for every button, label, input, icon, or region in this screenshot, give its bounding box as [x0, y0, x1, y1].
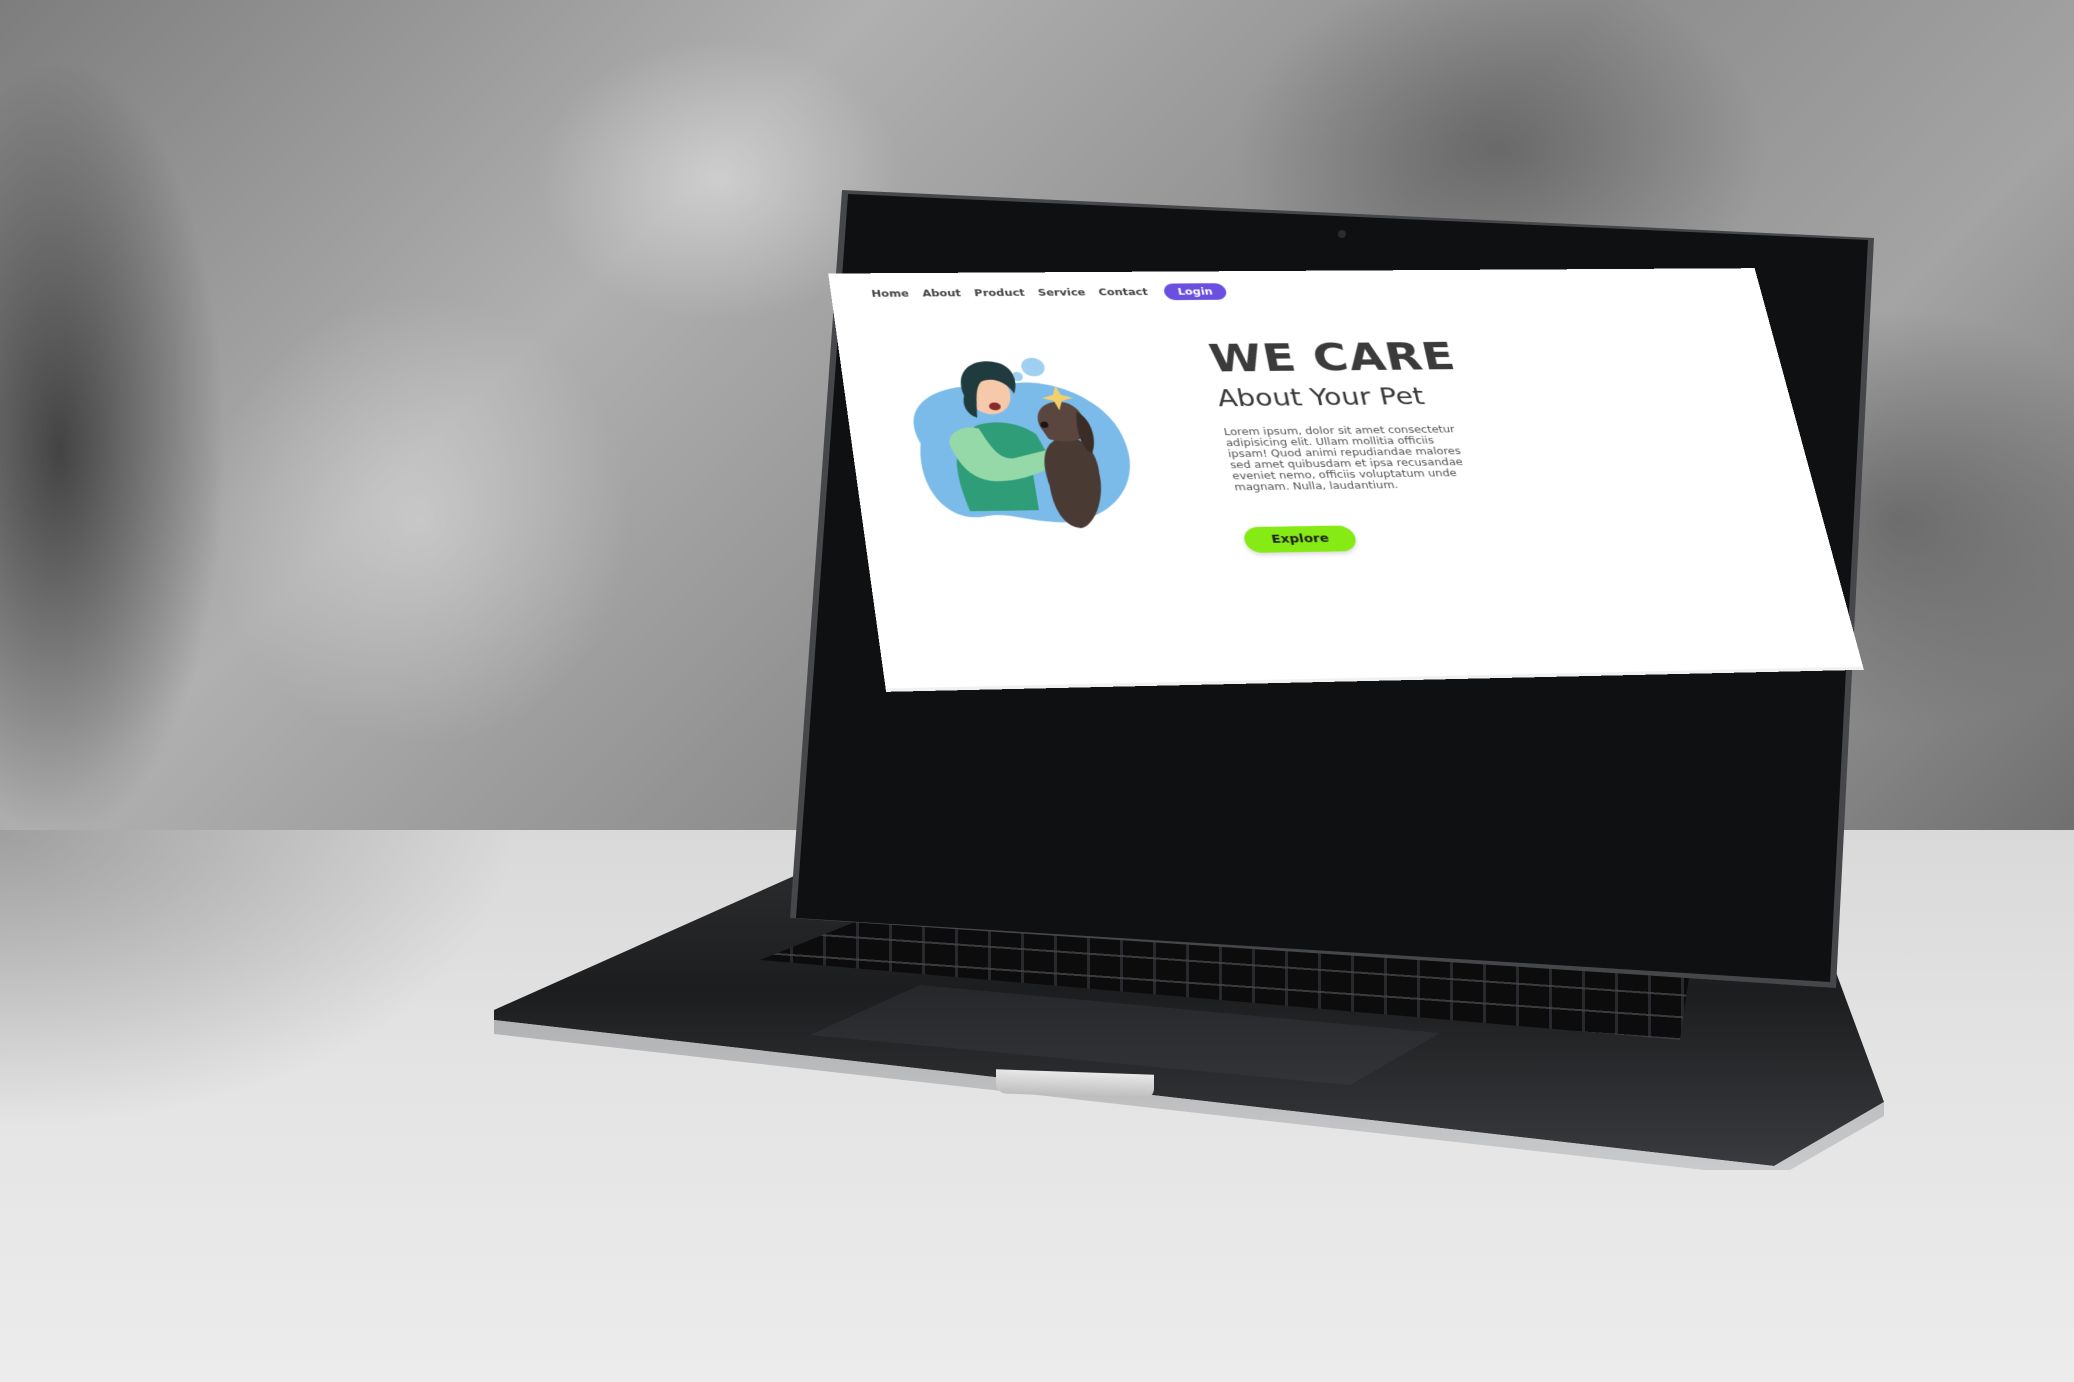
nav-about-link[interactable]: About	[922, 288, 962, 299]
hero-text-block: WE CARE About Your Pet Lorem ipsum, dolo…	[1205, 334, 1549, 553]
webpage: Home About Product Service Contact Login	[828, 268, 1864, 692]
top-nav: Home About Product Service Contact Login	[870, 283, 1228, 302]
nav-contact-link[interactable]: Contact	[1098, 287, 1149, 298]
hero-title: WE CARE	[1205, 334, 1460, 381]
desk-shadow	[0, 830, 520, 1130]
hero-body-text: Lorem ipsum, dolor sit amet consectetur …	[1222, 423, 1464, 493]
login-button[interactable]: Login	[1163, 283, 1228, 301]
hero-subtitle: About Your Pet	[1214, 383, 1427, 413]
laptop-display: Home About Product Service Contact Login	[828, 268, 1864, 692]
nav-service-link[interactable]: Service	[1037, 287, 1086, 298]
webcam-icon	[1338, 230, 1346, 238]
nav-home-link[interactable]: Home	[871, 288, 910, 299]
nav-product-link[interactable]: Product	[973, 287, 1025, 298]
bubble-large	[1019, 357, 1047, 377]
photo-scene: Home About Product Service Contact Login	[0, 0, 2074, 1382]
pet-care-illustration	[907, 357, 1141, 529]
explore-button[interactable]: Explore	[1242, 525, 1359, 553]
